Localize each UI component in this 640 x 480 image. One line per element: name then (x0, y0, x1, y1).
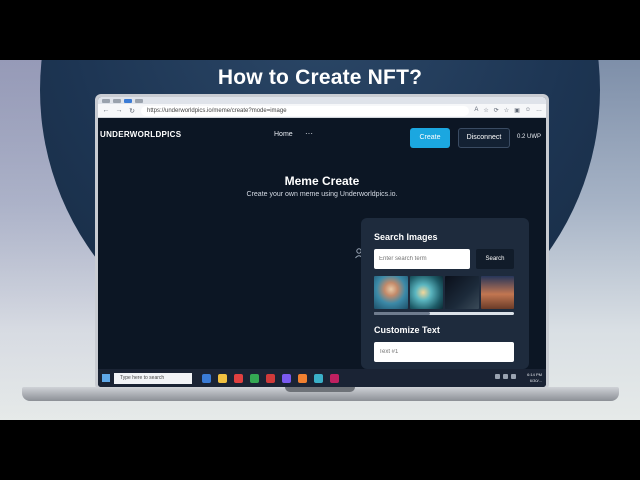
nav-more-menu[interactable]: ··· (305, 129, 313, 138)
create-button[interactable]: Create (410, 128, 450, 148)
laptop-notch (285, 387, 355, 392)
image-thumbnail[interactable] (445, 276, 479, 309)
volume-icon[interactable] (503, 374, 508, 379)
windows-start-icon[interactable] (102, 374, 110, 382)
page-subtitle: Create your own meme using Underworldpic… (246, 191, 398, 198)
nav-home-link[interactable]: Home (274, 131, 293, 138)
taskbar-app-icon[interactable] (282, 373, 291, 383)
browser-tab[interactable] (113, 98, 121, 103)
back-icon[interactable]: ← (102, 107, 110, 114)
taskbar-app-icon[interactable] (298, 373, 307, 383)
taskbar-app-icon[interactable] (250, 373, 259, 383)
site-content: UNDERWORLDPICS Home ··· Create Disconnec… (98, 118, 546, 369)
refresh-icon[interactable]: ↻ (128, 107, 136, 115)
search-input[interactable] (374, 249, 470, 269)
laptop-display: ← → ↻ https://underworldpics.io/meme/cre… (98, 97, 546, 387)
collections-icon[interactable]: ▣ (514, 107, 520, 114)
video-title: How to Create NFT? (217, 66, 423, 89)
windows-taskbar: Type here to search 6:14 PM 6/30/... (98, 369, 546, 387)
scrollbar-thumb[interactable] (374, 312, 430, 315)
url-field[interactable]: https://underworldpics.io/meme/create?mo… (141, 105, 470, 116)
search-images-heading: Search Images (374, 232, 438, 242)
taskbar-app-icon[interactable] (266, 373, 275, 383)
taskbar-clock[interactable]: 6:14 PM 6/30/... (527, 372, 542, 384)
image-results-scrollbar[interactable] (374, 312, 514, 315)
taskbar-app-icon[interactable] (234, 373, 243, 383)
image-thumbnail[interactable] (374, 276, 408, 309)
taskbar-apps (202, 373, 339, 383)
laptop-screen: ← → ↻ https://underworldpics.io/meme/cre… (95, 94, 549, 390)
network-icon[interactable] (495, 374, 500, 379)
site-logo[interactable]: UNDERWORLDPICS (100, 130, 181, 139)
system-tray-icons (495, 374, 516, 379)
profile-icon[interactable]: ☺ (525, 107, 531, 114)
battery-icon[interactable] (511, 374, 516, 379)
taskbar-search[interactable]: Type here to search (114, 372, 192, 384)
taskbar-app-icon[interactable] (202, 373, 211, 383)
sync-icon[interactable]: ⟳ (494, 107, 499, 114)
browser-tab-active[interactable] (124, 98, 132, 103)
page-title: Meme Create (284, 174, 360, 188)
browser-address-bar: ← → ↻ https://underworldpics.io/meme/cre… (98, 104, 546, 118)
menu-icon[interactable]: … (536, 107, 542, 114)
forward-icon[interactable]: → (115, 107, 123, 114)
search-button[interactable]: Search (476, 249, 514, 269)
image-results (374, 276, 514, 309)
taskbar-app-icon[interactable] (330, 373, 339, 383)
browser-tab[interactable] (102, 98, 110, 103)
image-thumbnail[interactable] (480, 276, 514, 309)
customize-text-heading: Customize Text (374, 325, 440, 335)
taskbar-app-icon[interactable] (218, 373, 227, 383)
site-navbar: UNDERWORLDPICS Home ··· Create Disconnec… (98, 118, 546, 150)
read-aloud-icon[interactable]: A (474, 107, 478, 114)
favorite-icon[interactable]: ☆ (483, 107, 488, 114)
clock-date: 6/30/... (529, 378, 542, 383)
taskbar-app-icon[interactable] (314, 373, 323, 383)
image-thumbnail[interactable] (409, 276, 443, 309)
favorites-bar-icon[interactable]: ☆ (504, 107, 509, 114)
browser-tab[interactable] (135, 98, 143, 103)
meme-text-input[interactable] (374, 342, 514, 362)
browser-tab-bar (98, 97, 546, 104)
video-frame: How to Create NFT? ← → ↻ https://underwo… (0, 60, 640, 420)
disconnect-button[interactable]: Disconnect (458, 128, 510, 148)
meme-sidebar-panel: Search Images Search Customize Text (361, 218, 529, 369)
wallet-balance: 0.2 UWP (517, 134, 542, 140)
browser-extension-icons: A ☆ ⟳ ☆ ▣ ☺ … (474, 107, 542, 114)
